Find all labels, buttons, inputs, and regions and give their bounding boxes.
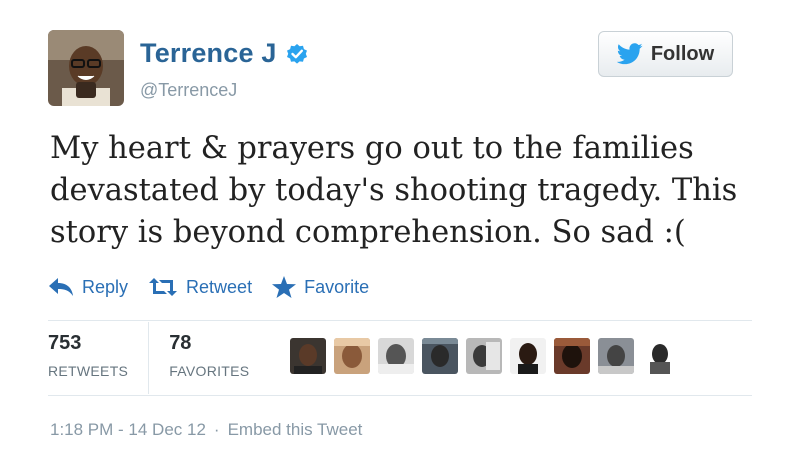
retweets-label: RETWEETS <box>48 363 129 379</box>
favorites-label: FAVORITES <box>169 363 250 379</box>
favorites-count: 78 <box>169 332 192 354</box>
tweet-text: My heart & prayers go out to the familie… <box>50 128 770 254</box>
embed-tweet-link[interactable]: Embed this Tweet <box>228 420 363 440</box>
favorites-stat[interactable]: 78 FAVORITES <box>148 322 269 394</box>
favoriter-avatar[interactable] <box>466 338 502 374</box>
favoriter-avatar[interactable] <box>554 338 590 374</box>
meta-separator: · <box>213 420 220 439</box>
verified-badge-icon <box>285 42 309 66</box>
favoriter-avatars <box>290 338 686 374</box>
tweet-text-line: devastated by today's shooting tragedy. … <box>50 173 738 208</box>
favoriter-avatar[interactable] <box>510 338 546 374</box>
retweet-button[interactable]: Retweet <box>148 277 252 298</box>
favorite-button[interactable]: Favorite <box>272 276 369 298</box>
favoriter-avatar[interactable] <box>642 338 678 374</box>
bird-icon <box>616 43 643 65</box>
divider <box>48 395 752 396</box>
retweets-stat[interactable]: 753 RETWEETS <box>48 322 148 394</box>
retweets-count: 753 <box>48 332 82 354</box>
follow-label: Follow <box>650 42 715 65</box>
user-avatar[interactable] <box>48 30 124 106</box>
favorite-label: Favorite <box>304 276 370 297</box>
tweet-stats: 753 RETWEETS 78 FAVORITES <box>48 322 269 394</box>
user-handle[interactable]: @TerrenceJ <box>140 80 237 101</box>
retweet-label: Retweet <box>186 276 253 297</box>
divider <box>48 320 752 321</box>
tweet-text-line: story is beyond comprehension. So sad :( <box>50 215 686 250</box>
tweet-timestamp[interactable]: 1:18 PM - 14 Dec 12 <box>50 420 206 440</box>
favoriter-avatar[interactable] <box>334 338 370 374</box>
favoriter-avatar[interactable] <box>598 338 634 374</box>
user-name[interactable]: Terrence J <box>140 38 277 69</box>
star-icon <box>272 276 297 298</box>
tweet-actions: Reply Retweet Favorite <box>48 276 389 298</box>
retweet-icon <box>149 278 178 296</box>
tweet-text-line: My heart & prayers go out to the familie… <box>50 131 694 166</box>
tweet-meta: 1:18 PM - 14 Dec 12 · Embed this Tweet <box>50 420 362 440</box>
tweet-card: Terrence J @TerrenceJ Follow My heart & … <box>0 0 800 450</box>
favoriter-avatar[interactable] <box>290 338 326 374</box>
reply-button[interactable]: Reply <box>48 277 128 298</box>
favoriter-avatar[interactable] <box>378 338 414 374</box>
reply-icon <box>49 278 73 296</box>
follow-button[interactable]: Follow <box>598 31 733 77</box>
reply-label: Reply <box>82 276 129 297</box>
favoriter-avatar[interactable] <box>422 338 458 374</box>
user-name-row: Terrence J <box>140 38 309 69</box>
